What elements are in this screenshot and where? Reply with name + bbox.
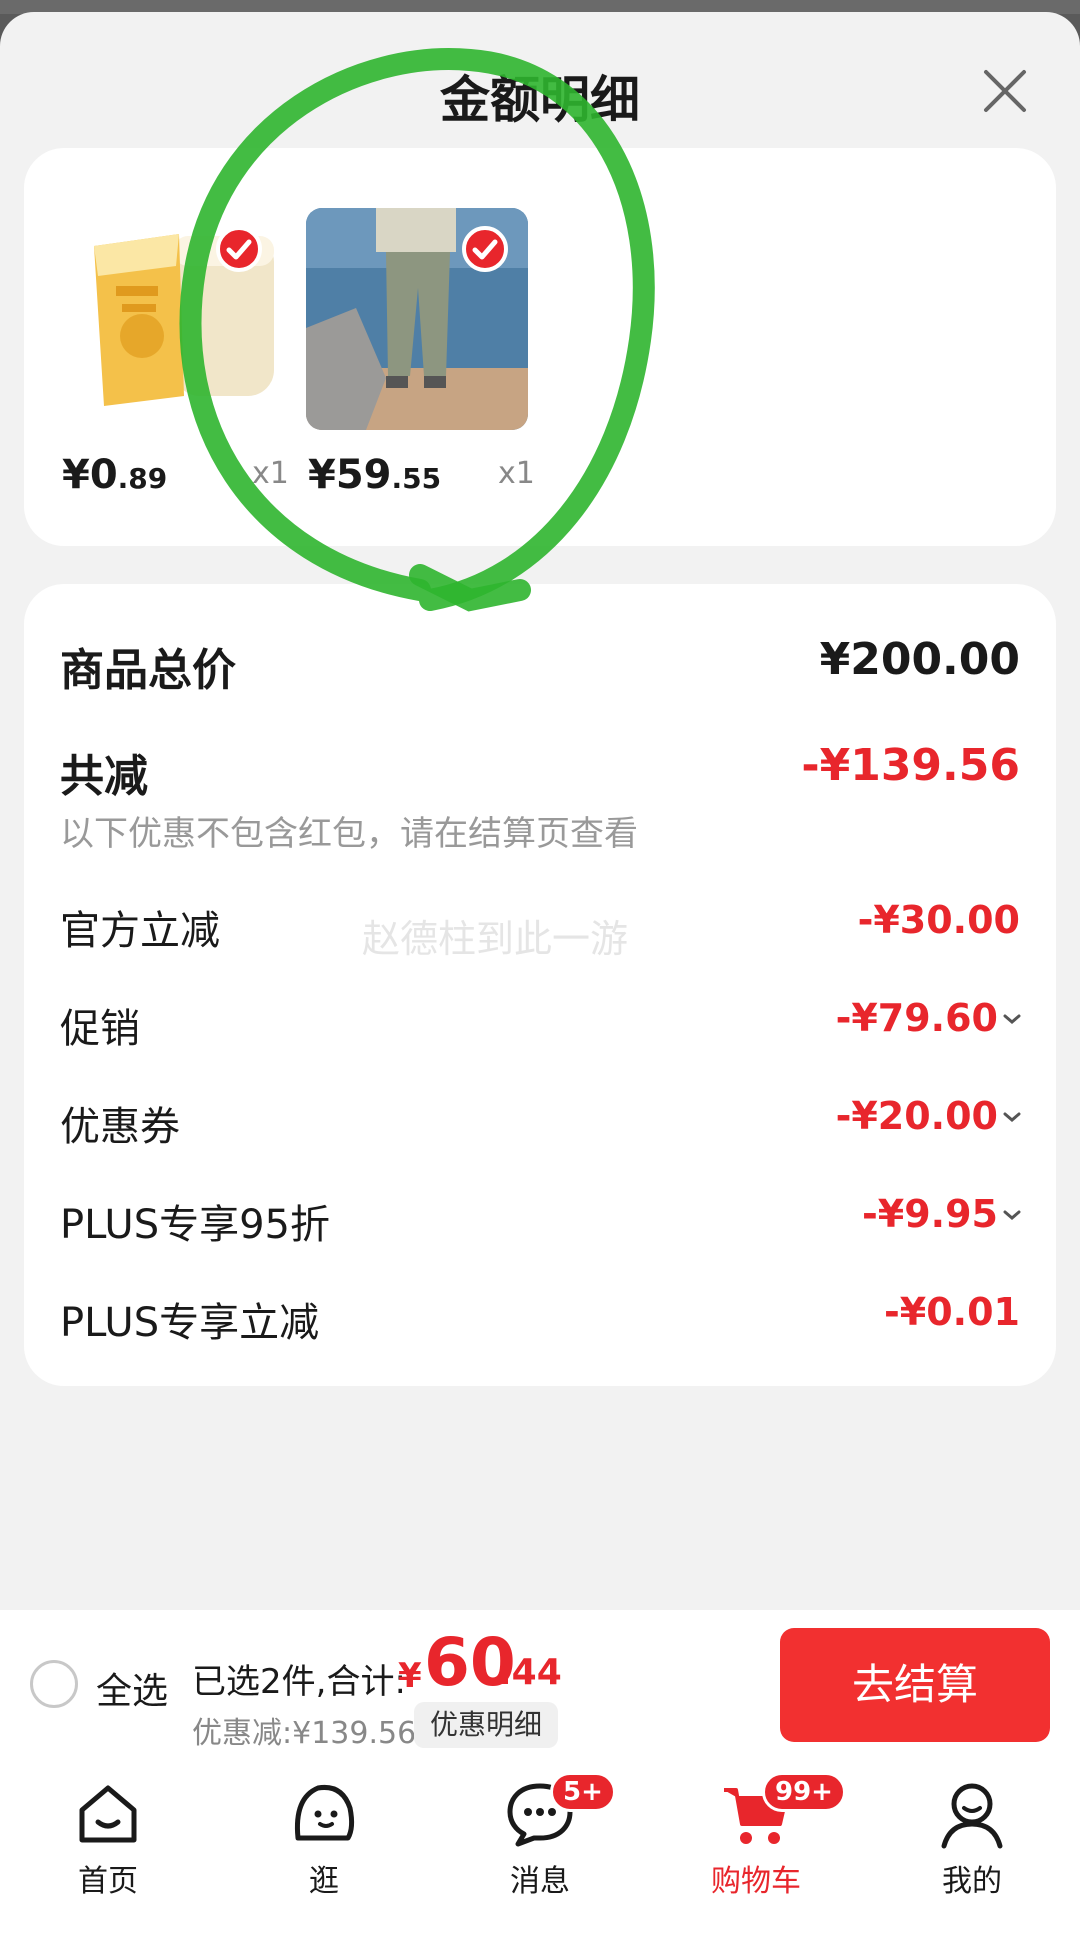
sheet-title: 金额明细 <box>440 71 640 129</box>
tab-label-home: 首页 <box>78 1864 138 1899</box>
chevron-down-icon[interactable] <box>1002 1208 1022 1222</box>
checkout-bar: 全选 已选2件,合计: ¥ 60 .44 优惠减:¥139.56 优惠明细 去结… <box>0 1610 1080 1760</box>
discount-plus-instant-value: -¥0.01 <box>884 1290 1020 1334</box>
cart-badge: 99+ <box>762 1772 846 1812</box>
tab-home[interactable]: 首页 <box>38 1778 178 1928</box>
total-reduction-value: -¥139.56 <box>801 740 1020 791</box>
home-icon <box>79 1785 137 1843</box>
discount-plus-95-value[interactable]: -¥9.95 <box>862 1192 998 1236</box>
tab-label-messages: 消息 <box>510 1864 570 1899</box>
discount-plus-instant-label: PLUS专享立减 <box>60 1300 320 1346</box>
saved-amount: 优惠减:¥139.56 <box>192 1716 417 1751</box>
total-currency: ¥ <box>398 1656 422 1696</box>
discount-promo-label[interactable]: 促销 <box>60 996 140 1054</box>
product-1-qty: x1 <box>252 456 289 491</box>
tab-label-profile: 我的 <box>942 1864 1002 1899</box>
close-icon[interactable] <box>976 62 1034 120</box>
price-summary-card <box>24 584 1056 1386</box>
total-reduction-label: 共减 <box>60 751 148 802</box>
checkout-button[interactable]: 去结算 <box>780 1628 1050 1742</box>
discount-promo-value[interactable]: -¥79.60 <box>836 996 998 1040</box>
chevron-down-icon[interactable] <box>1002 1110 1022 1124</box>
tab-profile[interactable]: 我的 <box>902 1778 1042 1928</box>
tab-messages[interactable]: 消息 5+ <box>470 1772 616 1928</box>
tab-label-browse: 逛 <box>309 1864 339 1899</box>
bottom-tab-bar: 首页 逛 消息 5+ 购物车 99+ 我的 <box>0 1760 1080 1958</box>
product-1-price: ¥0.89 <box>62 452 168 498</box>
product-1-checked-icon[interactable] <box>216 226 262 272</box>
profile-icon <box>941 1783 1003 1849</box>
discount-official-value: -¥30.00 <box>857 898 1020 942</box>
select-all-radio[interactable] <box>30 1660 78 1708</box>
watermark-text: 赵德柱到此一游 <box>362 917 629 961</box>
total-amount-decimal: .44 <box>498 1652 562 1693</box>
total-price-label: 商品总价 <box>60 645 236 696</box>
message-badge: 5+ <box>550 1772 616 1812</box>
chevron-down-icon[interactable] <box>1002 1012 1022 1026</box>
discount-coupon-label[interactable]: 优惠券 <box>60 1094 180 1152</box>
discount-plus-95-label[interactable]: PLUS专享95折 <box>60 1192 330 1250</box>
select-all-label[interactable]: 全选 <box>96 1662 168 1714</box>
product-2-qty: x1 <box>498 456 535 491</box>
discount-hint: 以下优惠不包含红包，请在结算页查看 <box>60 814 638 854</box>
browse-face-icon <box>294 1784 355 1841</box>
selected-count-text: 已选2件,合计: <box>192 1662 406 1702</box>
discount-coupon-value[interactable]: -¥20.00 <box>836 1094 998 1138</box>
product-2-checked-icon[interactable] <box>462 226 508 272</box>
total-price-value: ¥200.00 <box>819 634 1020 685</box>
tab-label-cart: 购物车 <box>711 1864 801 1899</box>
tab-browse[interactable]: 逛 <box>254 1778 394 1928</box>
tab-cart[interactable]: 购物车 99+ <box>686 1772 846 1928</box>
discount-detail-button[interactable]: 优惠明细 <box>414 1702 559 1748</box>
product-2-price: ¥59.55 <box>308 452 442 498</box>
discount-official-label: 官方立减 <box>60 908 220 954</box>
